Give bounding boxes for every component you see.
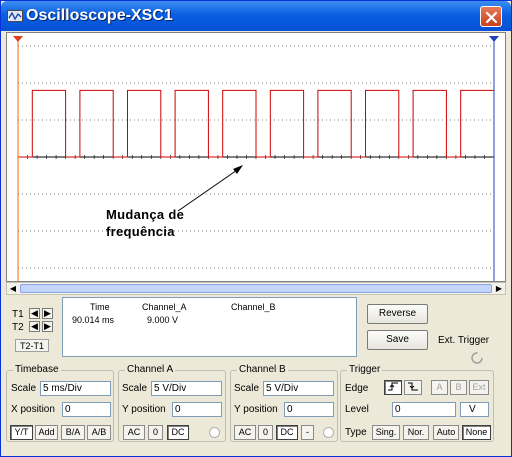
t1-label: T1 [12, 309, 24, 320]
cursor-t1-handle[interactable] [13, 36, 23, 42]
trigger-source-b-button[interactable]: B [450, 380, 467, 395]
col-channel-a-header: Channel_A [142, 302, 187, 312]
channel-a-scale-label: Scale [122, 383, 148, 394]
channel-b-ypos-label: Y position [234, 404, 278, 415]
channel-a-scale-field[interactable]: 5 V/Div [151, 381, 222, 396]
falling-edge-button[interactable] [404, 380, 422, 395]
channel-b-ac-button[interactable]: AC [234, 425, 256, 440]
t2-right-arrow-icon[interactable]: ▶ [42, 321, 53, 332]
channel-b-scale-label: Scale [234, 383, 260, 394]
readout-time-value: 90.014 ms [72, 315, 115, 325]
add-mode-button[interactable]: Add [35, 425, 58, 440]
trigger-title: Trigger [347, 364, 383, 375]
channel-b-zero-button[interactable]: 0 [258, 425, 273, 440]
channel-a-title: Channel A [125, 364, 176, 375]
close-button[interactable] [480, 6, 502, 27]
trigger-level-field[interactable]: 0 [392, 402, 456, 417]
type-label: Type [345, 427, 367, 438]
t2-label: T2 [12, 322, 24, 333]
channel-b-ypos-field[interactable]: 0 [284, 402, 334, 417]
channel-a-ypos-field[interactable]: 0 [172, 402, 222, 417]
channel-b-dc-button[interactable]: DC [276, 425, 298, 440]
falling-edge-icon [408, 382, 418, 391]
yt-mode-button[interactable]: Y/T [10, 425, 33, 440]
trigger-level-unit[interactable]: V [460, 402, 489, 417]
channel-a-zero-button[interactable]: 0 [148, 425, 163, 440]
trigger-auto-button[interactable]: Auto [433, 425, 459, 440]
title-bar[interactable]: Oscilloscope-XSC1 [1, 1, 511, 31]
col-channel-b-header: Channel_B [231, 302, 276, 312]
annotation-line1: Mudança de [106, 207, 185, 222]
channel-a-dc-button[interactable]: DC [167, 425, 189, 440]
save-button[interactable]: Save [367, 330, 428, 350]
t2-t1-label: T2-T1 [15, 339, 49, 352]
trigger-group: Trigger Edge A B Ext Level 0 V Type Sing… [340, 364, 494, 442]
cursor-t2-handle[interactable] [489, 36, 499, 42]
scope-display[interactable]: Mudança de frequência [6, 32, 506, 282]
rising-edge-icon [388, 382, 398, 391]
t1-right-arrow-icon[interactable]: ▶ [42, 308, 53, 319]
timebase-title: Timebase [13, 364, 61, 375]
trigger-source-ext-button[interactable]: Ext [469, 380, 489, 395]
scroll-thumb[interactable] [20, 284, 492, 293]
channel-a-ac-button[interactable]: AC [123, 425, 145, 440]
ba-mode-button[interactable]: B/A [61, 425, 85, 440]
cursor-panel: T1 ◀ ▶ T2 ◀ ▶ T2-T1 [10, 299, 57, 355]
scroll-right-icon[interactable]: ▶ [493, 283, 505, 294]
trigger-normal-button[interactable]: Nor. [403, 425, 429, 440]
annotation-line2: frequência [106, 224, 175, 239]
channel-b-group: Channel B Scale 5 V/Div Y position 0 AC … [230, 364, 338, 442]
scope-screen[interactable] [7, 33, 505, 281]
oscilloscope-window: Oscilloscope-XSC1 Mudança de frequência … [0, 0, 512, 457]
channel-b-invert-button[interactable]: - [301, 425, 314, 440]
t1-left-arrow-icon[interactable]: ◀ [29, 308, 40, 319]
timebase-group: Timebase Scale 5 ms/Div X position 0 Y/T… [6, 364, 114, 442]
measurement-readout: Time Channel_A Channel_B 90.014 ms 9.000… [62, 297, 357, 357]
channel-a-ypos-label: Y position [122, 404, 166, 415]
channel-b-radio[interactable] [323, 427, 334, 438]
x-position-field[interactable]: 0 [62, 402, 111, 417]
ext-trigger-icon[interactable] [470, 351, 484, 365]
trigger-none-button[interactable]: None [462, 425, 491, 440]
close-icon [485, 11, 498, 24]
t2-left-arrow-icon[interactable]: ◀ [29, 321, 40, 332]
window-title: Oscilloscope-XSC1 [26, 7, 173, 24]
annotation-arrow-line [177, 167, 241, 212]
timebase-scale-label: Scale [11, 383, 37, 394]
channel-a-trace [18, 89, 495, 158]
trigger-source-a-button[interactable]: A [431, 380, 448, 395]
scroll-left-icon[interactable]: ◀ [7, 283, 19, 294]
ab-mode-button[interactable]: A/B [87, 425, 111, 440]
channel-a-radio[interactable] [209, 427, 220, 438]
col-time-header: Time [90, 302, 110, 312]
reverse-button[interactable]: Reverse [367, 304, 428, 324]
channel-b-title: Channel B [237, 364, 288, 375]
annotation-arrow-head [233, 165, 243, 174]
x-position-label: X position [11, 404, 55, 415]
channel-b-scale-field[interactable]: 5 V/Div [263, 381, 334, 396]
horizontal-scrollbar[interactable]: ◀ ▶ [6, 282, 506, 295]
oscilloscope-app-icon [7, 10, 23, 22]
readout-channel-a-value: 9.000 V [147, 315, 179, 325]
level-label: Level [345, 404, 369, 415]
ext-trigger-label: Ext. Trigger [438, 335, 490, 346]
rising-edge-button[interactable] [384, 380, 402, 395]
timebase-scale-field[interactable]: 5 ms/Div [40, 381, 111, 396]
channel-a-group: Channel A Scale 5 V/Div Y position 0 AC … [118, 364, 226, 442]
trigger-single-button[interactable]: Sing. [372, 425, 400, 440]
edge-label: Edge [345, 383, 369, 394]
